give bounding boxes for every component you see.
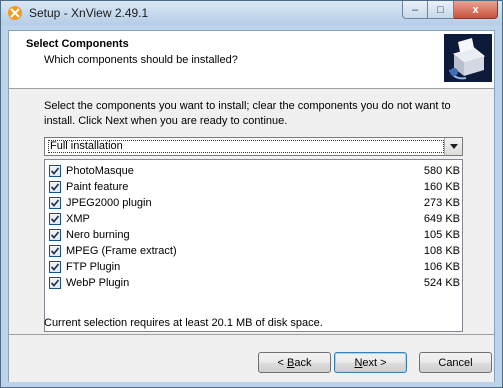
- cancel-button[interactable]: Cancel: [419, 352, 492, 373]
- component-checkbox[interactable]: [49, 229, 61, 241]
- component-size: 160 KB: [423, 181, 460, 193]
- back-button-rest: ack: [294, 356, 312, 369]
- component-checkbox[interactable]: [49, 165, 61, 177]
- component-row[interactable]: Paint feature 160 KB: [49, 179, 460, 195]
- component-size: 273 KB: [423, 197, 460, 209]
- component-size: 108 KB: [423, 245, 460, 257]
- component-size: 105 KB: [423, 229, 460, 241]
- next-button[interactable]: Next >: [334, 352, 407, 373]
- checkmark-icon: [50, 263, 60, 271]
- component-size: 524 KB: [423, 277, 460, 289]
- back-button[interactable]: < Back: [258, 352, 331, 373]
- component-name: Nero burning: [66, 229, 130, 241]
- component-name: MPEG (Frame extract): [66, 245, 177, 257]
- xnview-app-icon: [8, 6, 22, 20]
- checkmark-icon: [50, 231, 60, 239]
- minimize-button[interactable]: –: [402, 1, 428, 19]
- next-button-rest: ext >: [362, 356, 387, 369]
- component-checkbox[interactable]: [49, 261, 61, 273]
- wizard-header: Select Components Which components shoul…: [9, 31, 494, 89]
- component-row[interactable]: PhotoMasque 580 KB: [49, 163, 460, 179]
- installation-type-value: Full installation: [48, 140, 444, 153]
- cancel-button-label: Cancel: [438, 356, 473, 369]
- minimize-icon: –: [411, 3, 419, 16]
- checkmark-icon: [50, 167, 60, 175]
- component-size: 106 KB: [423, 261, 460, 273]
- next-button-accel: N: [354, 356, 363, 369]
- component-size: 649 KB: [423, 213, 460, 225]
- component-row[interactable]: JPEG2000 plugin 273 KB: [49, 195, 460, 211]
- checkmark-icon: [50, 215, 60, 223]
- button-bar: < Back Next > Cancel: [9, 334, 494, 382]
- component-checkbox[interactable]: [49, 213, 61, 225]
- component-row[interactable]: XMP 649 KB: [49, 211, 460, 227]
- component-row[interactable]: FTP Plugin 106 KB: [49, 259, 460, 275]
- component-name: Paint feature: [66, 181, 129, 193]
- component-row[interactable]: WebP Plugin 524 KB: [49, 275, 460, 291]
- back-button-prefix: <: [277, 356, 287, 369]
- installer-box-icon: [444, 34, 492, 82]
- close-button[interactable]: x: [454, 1, 498, 19]
- component-name: XMP: [66, 213, 90, 225]
- installation-type-dropdown[interactable]: Full installation: [44, 137, 463, 156]
- component-checkbox[interactable]: [49, 245, 61, 257]
- checkmark-icon: [50, 247, 60, 255]
- close-icon: x: [472, 3, 479, 16]
- components-list: PhotoMasque 580 KB Paint feature 160 KB …: [44, 159, 463, 332]
- component-size: 580 KB: [423, 165, 460, 177]
- maximize-button[interactable]: □: [428, 1, 454, 19]
- component-checkbox[interactable]: [49, 181, 61, 193]
- checkmark-icon: [50, 183, 60, 191]
- instructions-text: Select the components you want to instal…: [44, 100, 451, 127]
- window-title: Setup - XnView 2.49.1: [29, 6, 149, 20]
- component-name: JPEG2000 plugin: [66, 197, 152, 209]
- component-name: FTP Plugin: [66, 261, 121, 273]
- disk-space-text: Current selection requires at least 20.1…: [44, 317, 323, 329]
- maximize-icon: □: [437, 3, 444, 16]
- setup-window: Setup - XnView 2.49.1 – □ x Select Compo…: [0, 0, 503, 388]
- component-row[interactable]: MPEG (Frame extract) 108 KB: [49, 243, 460, 259]
- component-checkbox[interactable]: [49, 197, 61, 209]
- checkmark-icon: [50, 279, 60, 287]
- page-title: Select Components: [26, 38, 129, 50]
- component-row[interactable]: Nero burning 105 KB: [49, 227, 460, 243]
- caption-buttons: – □ x: [402, 1, 498, 21]
- page-subtitle: Which components should be installed?: [44, 54, 238, 66]
- chevron-down-icon[interactable]: [444, 138, 462, 155]
- wizard-client-area: Select Components Which components shoul…: [8, 30, 495, 382]
- title-bar[interactable]: Setup - XnView 2.49.1 – □ x: [1, 1, 502, 25]
- component-checkbox[interactable]: [49, 277, 61, 289]
- component-name: PhotoMasque: [66, 165, 134, 177]
- component-name: WebP Plugin: [66, 277, 130, 289]
- checkmark-icon: [50, 199, 60, 207]
- back-button-accel: B: [287, 356, 295, 369]
